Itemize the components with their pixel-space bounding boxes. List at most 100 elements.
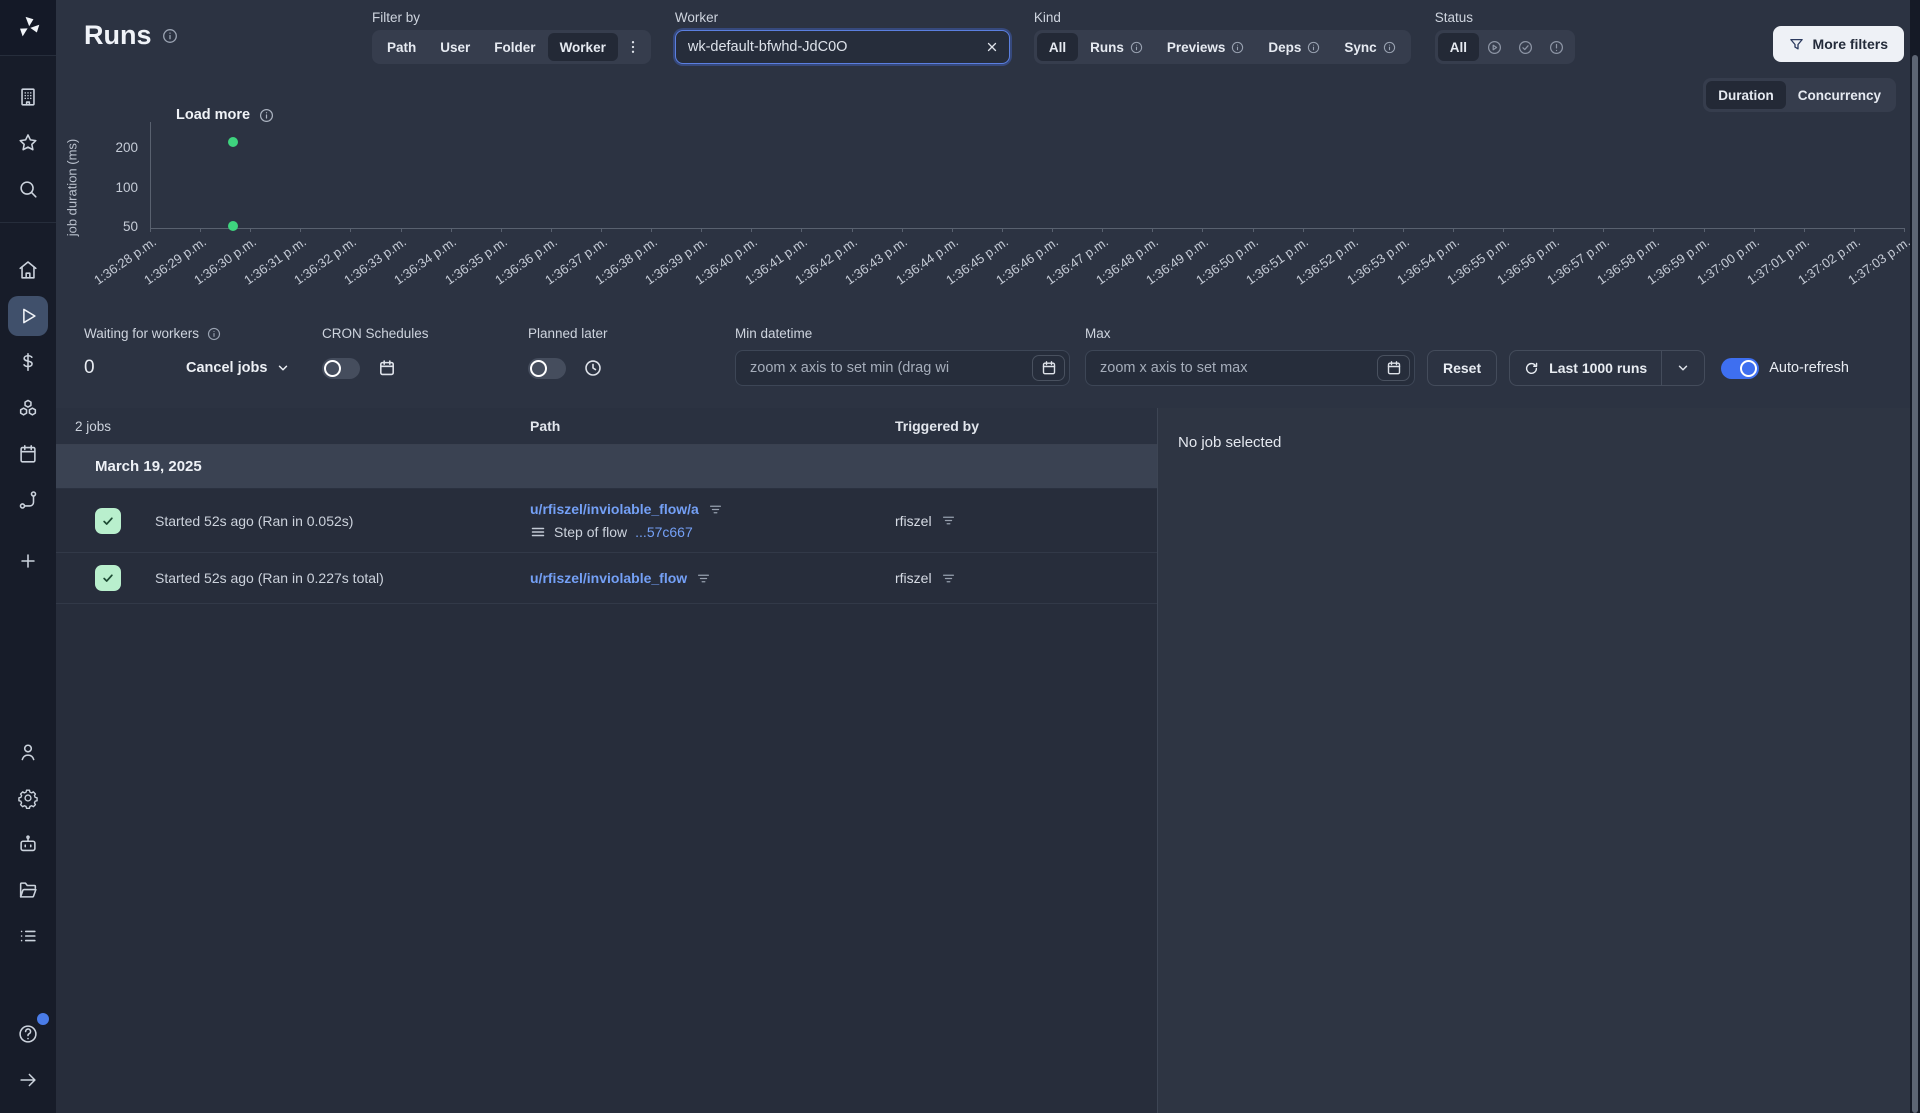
kind-sync-pill[interactable]: Sync — [1332, 33, 1407, 61]
y-axis-tick-label: 200 — [115, 140, 138, 155]
status-all-pill[interactable]: All — [1437, 33, 1479, 61]
sidebar-item-home[interactable] — [8, 250, 48, 290]
reset-button[interactable]: Reset — [1427, 350, 1498, 386]
filter-by-user-icon[interactable] — [942, 514, 955, 527]
parent-flow-link[interactable]: ...57c667 — [635, 524, 693, 540]
sidebar-item-audit-logs[interactable] — [8, 916, 48, 956]
job-duration-dot[interactable] — [228, 220, 239, 231]
cron-calendar-button[interactable] — [378, 359, 396, 377]
kind-previews-pill[interactable]: Previews — [1155, 33, 1257, 61]
planned-clock-button[interactable] — [584, 359, 602, 377]
waiting-for-workers-label: Waiting for workers — [84, 326, 200, 341]
date-group-header: March 19, 2025 — [56, 445, 1157, 489]
auto-refresh-toggle[interactable] — [1721, 357, 1760, 379]
list-icon — [17, 925, 39, 947]
sidebar-item-users[interactable] — [8, 732, 48, 772]
sidebar-item-runs[interactable] — [8, 296, 48, 336]
status-success-button[interactable] — [1510, 33, 1541, 61]
filter-by-user-pill[interactable]: User — [428, 33, 482, 61]
sidebar-item-favorites[interactable] — [8, 123, 48, 163]
notification-badge — [37, 1013, 49, 1025]
page-scrollbar[interactable] — [1910, 0, 1920, 1113]
sidebar-item-folders[interactable] — [8, 870, 48, 910]
windmill-app: Runs Filter by Path User Folder Worker Work… — [0, 0, 1920, 1113]
filter-by-folder-pill[interactable]: Folder — [482, 33, 547, 61]
sidebar-item-resources[interactable] — [8, 388, 48, 428]
status-running-button[interactable] — [1479, 33, 1510, 61]
sidebar-item-workers[interactable] — [8, 824, 48, 864]
building-icon — [17, 86, 39, 108]
max-datetime-input[interactable] — [1098, 359, 1370, 377]
calendar-icon — [378, 359, 396, 377]
sidebar-nav — [0, 56, 56, 1113]
play-circle-icon — [1487, 40, 1502, 55]
job-duration-dot[interactable] — [228, 136, 239, 147]
clear-worker-button[interactable] — [985, 40, 999, 54]
sidebar-item-triggers[interactable] — [8, 480, 48, 520]
chart-view-toggle: Duration Concurrency — [1703, 78, 1896, 112]
filters-header: Runs Filter by Path User Folder Worker Work… — [84, 10, 1904, 64]
runs-info-icon[interactable] — [162, 28, 178, 44]
filter-by-worker-pill[interactable]: Worker — [547, 33, 618, 61]
sidebar-item-variables[interactable] — [8, 342, 48, 382]
x-icon — [985, 40, 999, 54]
auto-refresh-control: Auto-refresh — [1721, 350, 1849, 386]
filter-by-label: Filter by — [372, 10, 421, 25]
dollar-icon — [17, 351, 39, 373]
load-more-button[interactable]: Load more — [170, 106, 280, 124]
cron-schedules-toggle[interactable] — [322, 357, 360, 379]
user-icon — [17, 741, 39, 763]
y-axis-tick-label: 50 — [122, 219, 138, 234]
kind-all-pill[interactable]: All — [1036, 33, 1079, 61]
sidebar-item-schedules[interactable] — [8, 434, 48, 474]
filter-by-path-icon[interactable] — [697, 572, 710, 585]
star-icon — [17, 132, 39, 154]
sidebar-item-help[interactable] — [8, 1013, 49, 1054]
worker-filter-field — [674, 30, 1010, 64]
jobs-table-header: 2 jobs Path Triggered by — [56, 408, 1157, 445]
info-icon[interactable] — [207, 327, 221, 341]
job-detail-panel: No job selected — [1157, 408, 1910, 1113]
runs-duration-chart[interactable]: Duration Concurrency Load more job durat… — [65, 78, 1913, 322]
sidebar-item-workspace[interactable] — [8, 77, 48, 117]
planned-later-toggle[interactable] — [528, 357, 566, 379]
job-path-link[interactable]: u/rfiszel/inviolable_flow — [530, 570, 687, 586]
view-duration-tab[interactable]: Duration — [1706, 81, 1786, 109]
max-datetime-field — [1085, 350, 1415, 386]
kind-runs-pill[interactable]: Runs — [1078, 33, 1155, 61]
sidebar-item-collapse[interactable] — [8, 1060, 48, 1100]
last-runs-dropdown-button[interactable] — [1662, 351, 1704, 385]
max-datetime-calendar-button[interactable] — [1377, 355, 1410, 381]
flow-step-icon — [530, 524, 546, 540]
more-filters-button[interactable]: More filters — [1772, 26, 1904, 62]
job-row[interactable]: Started 52s ago (Ran in 0.227s total) u/… — [56, 553, 1157, 604]
more-filter-options-button[interactable] — [618, 39, 648, 55]
sidebar-item-create[interactable] — [8, 541, 48, 581]
cancel-jobs-button[interactable]: Cancel jobs — [186, 360, 290, 376]
info-icon — [1130, 41, 1143, 54]
kind-deps-pill[interactable]: Deps — [1256, 33, 1332, 61]
planned-later-label: Planned later — [528, 326, 608, 341]
reload-last-runs-button[interactable]: Last 1000 runs — [1510, 351, 1663, 385]
min-datetime-field — [735, 350, 1070, 386]
sidebar-item-settings[interactable] — [8, 778, 48, 818]
job-row[interactable]: Started 52s ago (Ran in 0.052s) u/rfisze… — [56, 489, 1157, 553]
scrollbar-thumb[interactable] — [1912, 55, 1918, 1113]
windmill-logo-icon[interactable] — [0, 0, 56, 56]
filter-by-path-icon[interactable] — [709, 503, 722, 516]
min-datetime-label: Min datetime — [735, 326, 813, 341]
triggered-by-user: rfiszel — [895, 512, 932, 529]
sidebar — [0, 0, 56, 1113]
min-datetime-input[interactable] — [748, 359, 1025, 377]
filter-by-user-icon[interactable] — [942, 572, 955, 585]
filter-by-path-pill[interactable]: Path — [375, 33, 428, 61]
auto-refresh-label: Auto-refresh — [1769, 360, 1849, 376]
job-path-link[interactable]: u/rfiszel/inviolable_flow/a — [530, 501, 699, 517]
status-failure-button[interactable] — [1541, 33, 1572, 61]
page-title: Runs — [84, 20, 152, 50]
sidebar-item-search[interactable] — [8, 169, 48, 209]
view-concurrency-tab[interactable]: Concurrency — [1786, 81, 1893, 109]
min-datetime-calendar-button[interactable] — [1032, 355, 1065, 381]
worker-filter-input[interactable] — [685, 38, 977, 56]
route-icon — [17, 489, 39, 511]
